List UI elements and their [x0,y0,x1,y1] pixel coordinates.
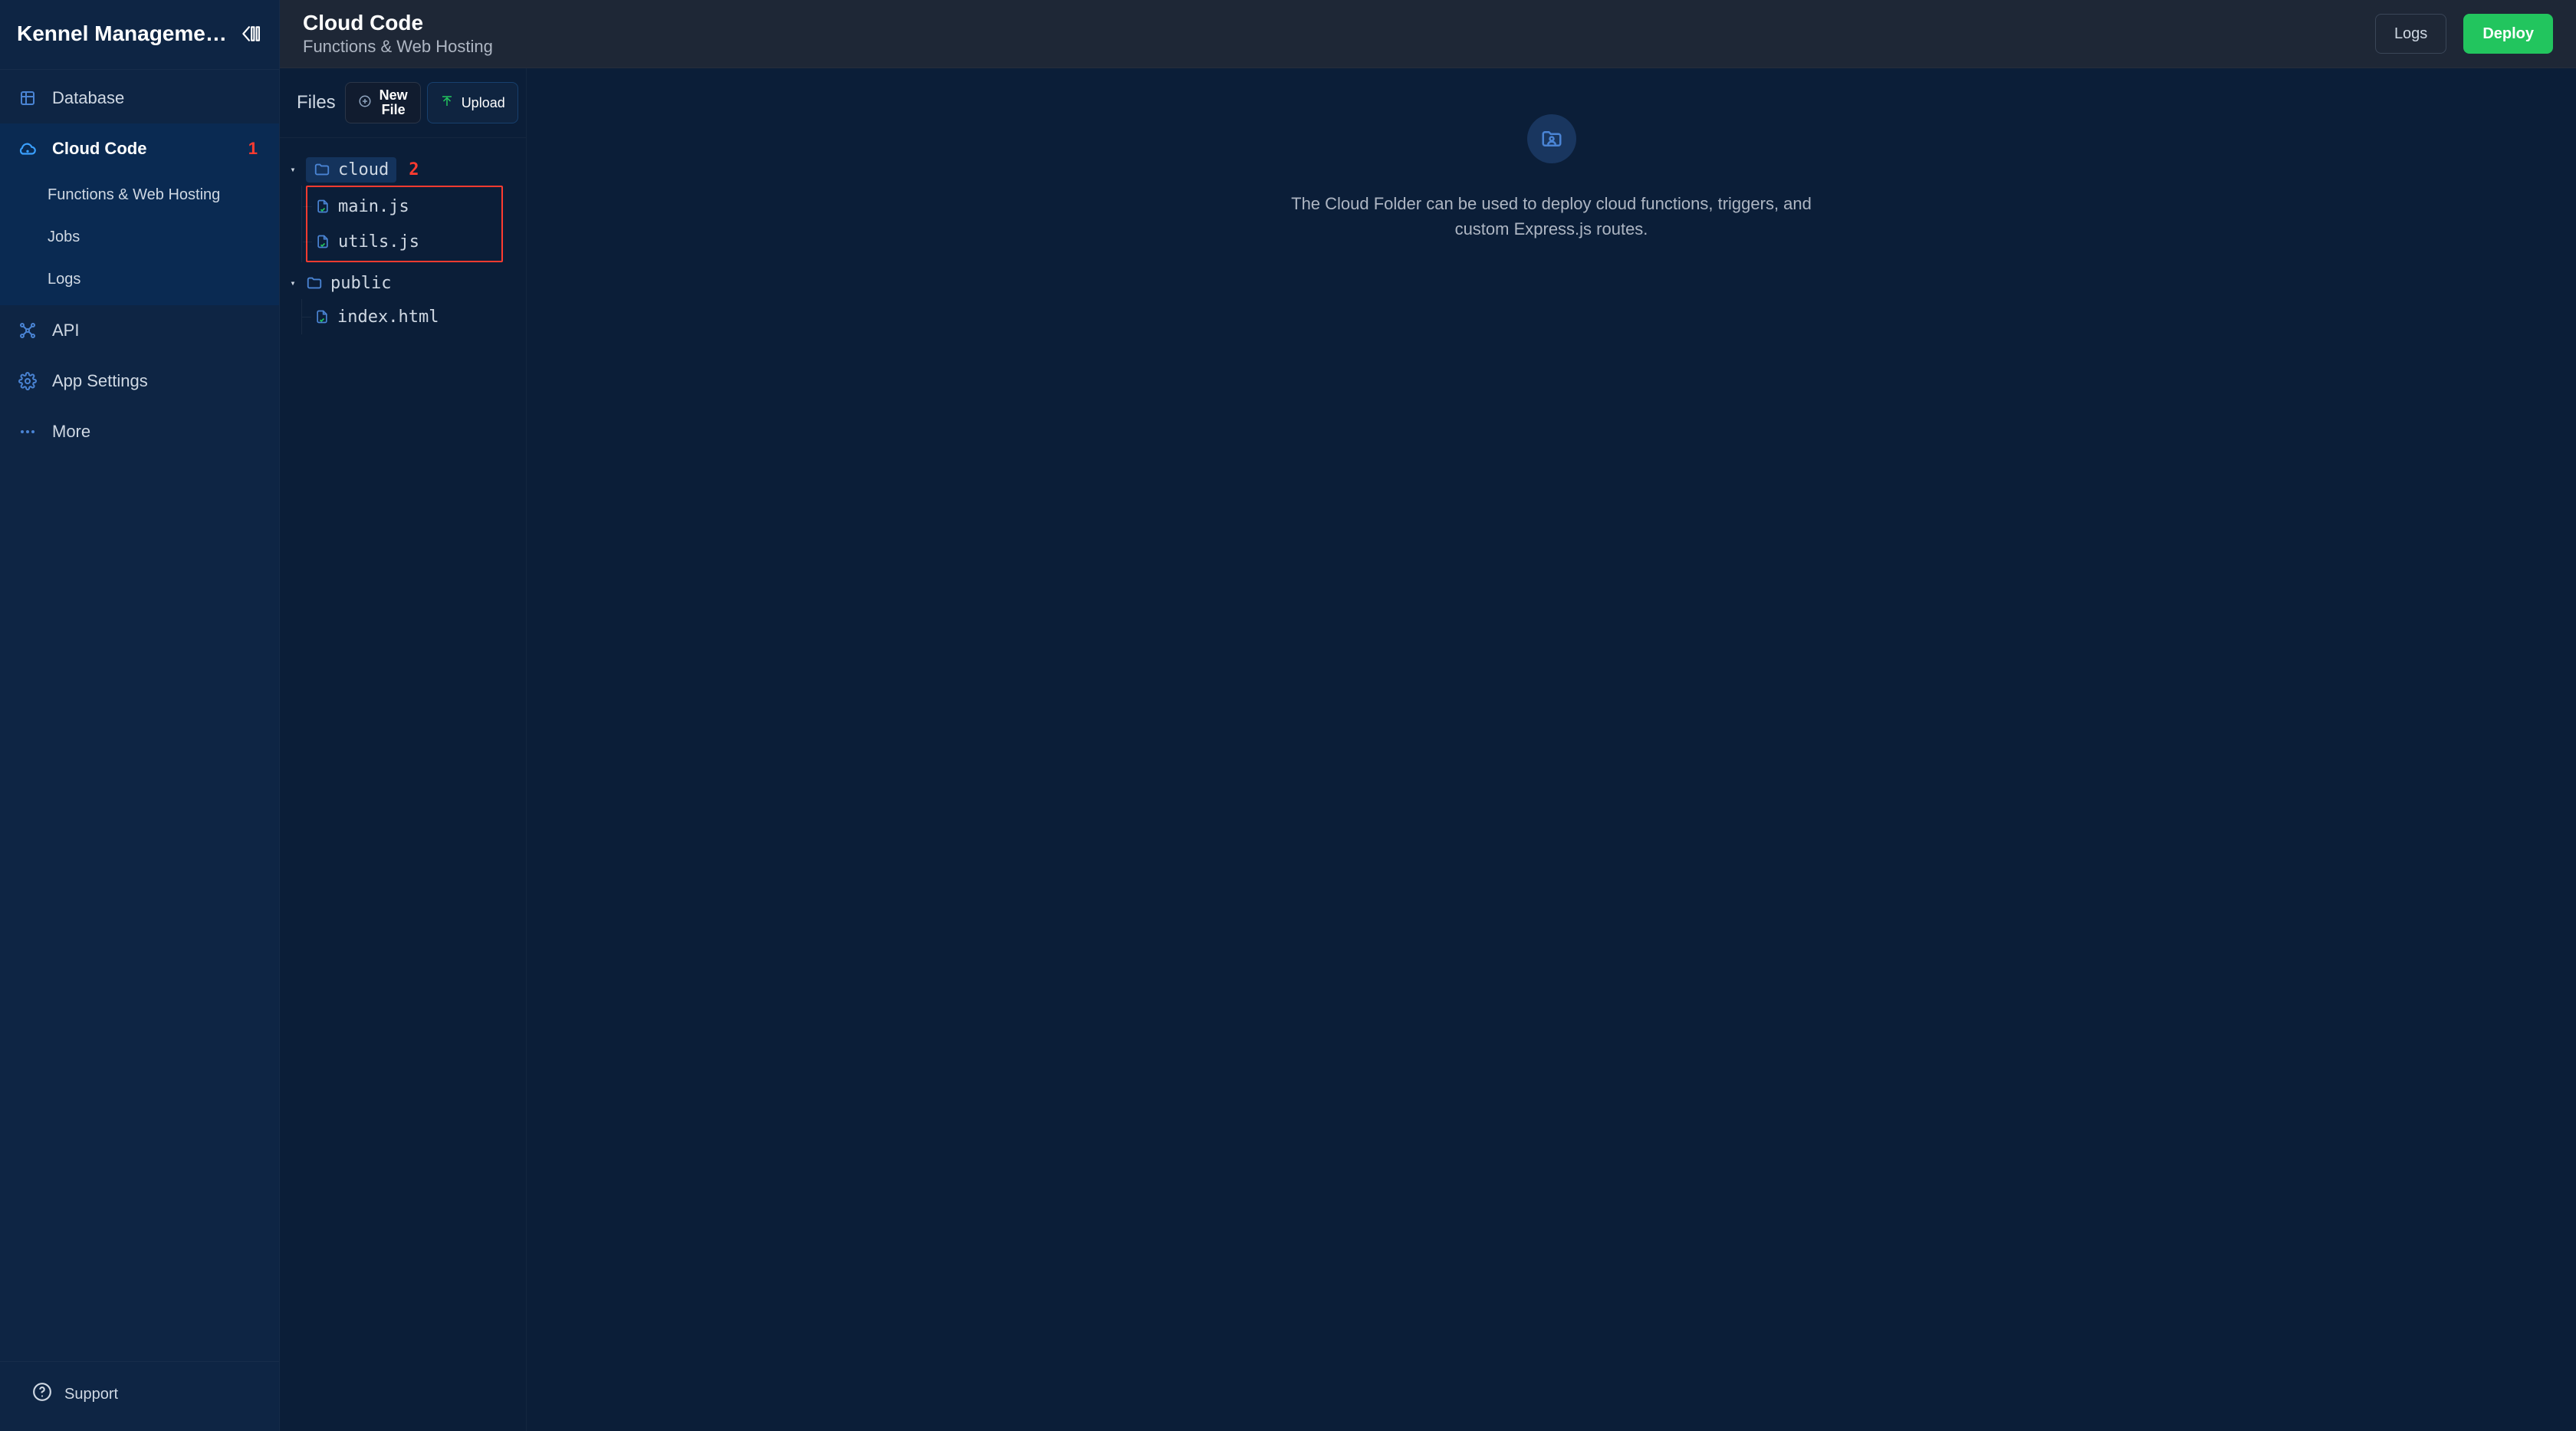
sidebar-item-more[interactable]: More [0,406,279,457]
tree-children-cloud: main.js utils.js [301,186,514,262]
tree-file-utils-js[interactable]: utils.js [307,224,501,259]
folder-user-icon [1527,114,1576,163]
sidebar-item-cloud-code[interactable]: Cloud Code 1 [0,123,279,174]
sidebar-subitem-jobs[interactable]: Jobs [0,216,279,258]
annotation-highlight: main.js utils.js [306,186,503,262]
gear-icon [17,372,38,390]
database-icon [17,89,38,107]
sidebar-subitem-functions[interactable]: Functions & Web Hosting [0,174,279,216]
sidebar-item-label: Database [52,88,124,108]
new-file-button[interactable]: New File [345,82,421,123]
folder-name: cloud [338,160,389,179]
tree-folder-public[interactable]: ▾ public [288,267,514,299]
file-icon [315,199,330,214]
main: Cloud Code Functions & Web Hosting Logs … [280,0,2576,1431]
cloud-code-subnav: Functions & Web Hosting Jobs Logs [0,174,279,305]
sidebar-footer: Support [0,1361,279,1431]
sidebar-item-database[interactable]: Database [0,73,279,123]
collapse-sidebar-button[interactable] [238,21,262,46]
file-name: main.js [338,197,409,216]
file-icon [314,309,330,324]
topbar-actions: Logs Deploy [2375,14,2553,54]
file-icon [315,234,330,249]
logs-button[interactable]: Logs [2375,14,2446,54]
folder-icon [314,161,330,178]
folder-badge: 2 [409,160,419,179]
tree-folder-cloud[interactable]: ▾ cloud 2 [288,153,514,186]
page-title: Cloud Code [303,11,493,35]
more-icon [17,423,38,441]
sidebar-item-label: App Settings [52,371,148,391]
sidebar-item-label: More [52,422,90,442]
file-name: utils.js [338,232,419,252]
content: Files New File Uplo [280,68,2576,1431]
caret-down-icon: ▾ [288,164,298,175]
tree-children-public: index.html [301,299,514,334]
app-title: Kennel Management ... [17,21,232,46]
files-label: Files [297,92,336,113]
file-name: index.html [337,308,439,327]
caret-down-icon: ▾ [288,278,298,288]
file-panel: Files New File Uplo [280,68,527,1431]
api-icon [17,321,38,340]
sidebar-item-label: Cloud Code [52,139,146,159]
sidebar-item-badge: 1 [248,139,262,159]
sidebar: Kennel Management ... Database Cloud Cod… [0,0,280,1431]
sidebar-item-app-settings[interactable]: App Settings [0,356,279,406]
upload-label: Upload [462,95,505,111]
sidebar-item-label: Support [64,1386,118,1403]
deploy-button[interactable]: Deploy [2463,14,2553,54]
folder-chip: cloud [306,157,396,183]
sidebar-header: Kennel Management ... [0,0,279,70]
sidebar-item-support[interactable]: Support [17,1376,262,1413]
app-root: Kennel Management ... Database Cloud Cod… [0,0,2576,1431]
tree-file-main-js[interactable]: main.js [307,189,501,224]
help-icon [32,1382,52,1406]
file-tree: ▾ cloud 2 [280,138,526,348]
plus-circle-icon [358,94,372,111]
collapse-icon [240,24,260,44]
sidebar-subitem-logs[interactable]: Logs [0,258,279,301]
sidebar-nav: Database Cloud Code 1 Functions & Web Ho… [0,70,279,1361]
new-file-label: New File [380,88,408,117]
folder-icon [306,275,323,291]
tree-file-index-html[interactable]: index.html [307,299,514,334]
cloud-code-icon [17,139,38,159]
sidebar-item-label: API [52,321,79,340]
page-subtitle: Functions & Web Hosting [303,37,493,57]
folder-name: public [330,274,391,293]
topbar-titles: Cloud Code Functions & Web Hosting [303,11,493,57]
file-toolbar: Files New File Uplo [280,68,526,138]
sidebar-item-api[interactable]: API [0,305,279,356]
upload-button[interactable]: Upload [427,82,518,123]
topbar: Cloud Code Functions & Web Hosting Logs … [280,0,2576,68]
detail-panel: The Cloud Folder can be used to deploy c… [527,68,2576,1431]
detail-message: The Cloud Folder can be used to deploy c… [1276,191,1828,242]
upload-icon [440,94,454,112]
